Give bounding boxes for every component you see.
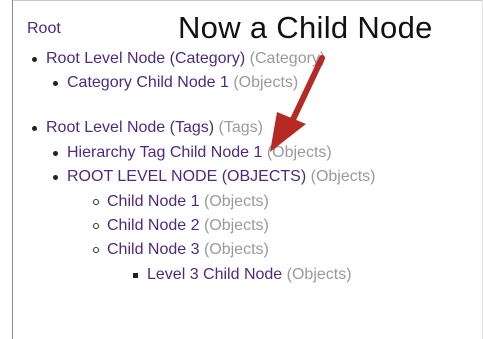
annotation-arrow-icon: [270, 55, 325, 152]
